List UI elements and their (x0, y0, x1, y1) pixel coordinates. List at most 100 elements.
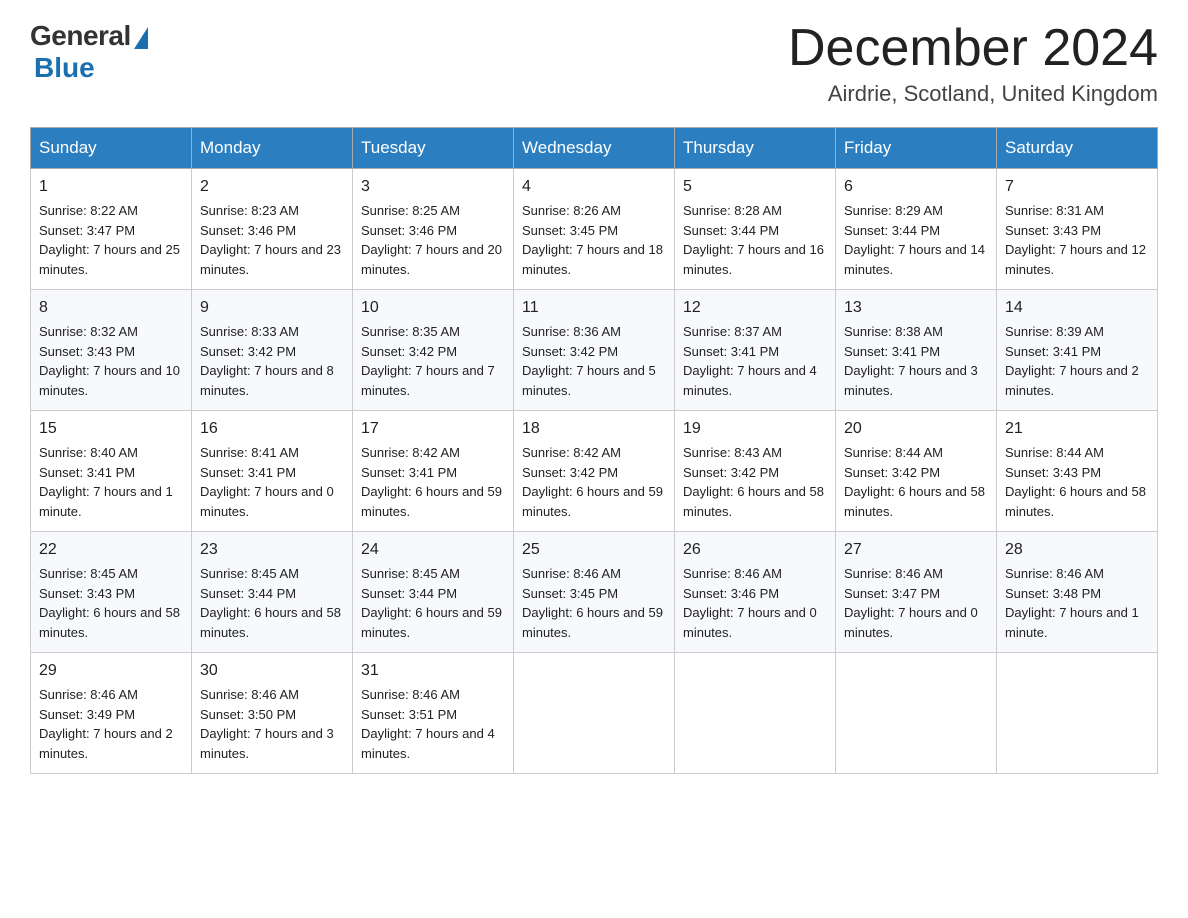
day-number: 5 (683, 175, 827, 199)
sunrise-text: Sunrise: 8:39 AM (1005, 324, 1104, 339)
sunrise-text: Sunrise: 8:41 AM (200, 445, 299, 460)
day-number: 19 (683, 417, 827, 441)
daylight-text: Daylight: 7 hours and 1 minute. (1005, 605, 1139, 640)
calendar-cell: 16Sunrise: 8:41 AMSunset: 3:41 PMDayligh… (192, 411, 353, 532)
sunrise-text: Sunrise: 8:43 AM (683, 445, 782, 460)
daylight-text: Daylight: 7 hours and 2 minutes. (39, 726, 173, 761)
daylight-text: Daylight: 6 hours and 59 minutes. (361, 484, 502, 519)
daylight-text: Daylight: 6 hours and 59 minutes. (361, 605, 502, 640)
calendar-cell: 20Sunrise: 8:44 AMSunset: 3:42 PMDayligh… (836, 411, 997, 532)
calendar-cell: 8Sunrise: 8:32 AMSunset: 3:43 PMDaylight… (31, 290, 192, 411)
daylight-text: Daylight: 6 hours and 59 minutes. (522, 484, 663, 519)
sunset-text: Sunset: 3:42 PM (200, 344, 296, 359)
calendar-header-thursday: Thursday (675, 128, 836, 169)
calendar-cell: 29Sunrise: 8:46 AMSunset: 3:49 PMDayligh… (31, 653, 192, 774)
calendar-cell: 24Sunrise: 8:45 AMSunset: 3:44 PMDayligh… (353, 532, 514, 653)
daylight-text: Daylight: 6 hours and 58 minutes. (39, 605, 180, 640)
sunrise-text: Sunrise: 8:46 AM (683, 566, 782, 581)
sunset-text: Sunset: 3:44 PM (361, 586, 457, 601)
daylight-text: Daylight: 6 hours and 58 minutes. (683, 484, 824, 519)
sunset-text: Sunset: 3:45 PM (522, 586, 618, 601)
logo-triangle-icon (134, 27, 148, 49)
day-number: 31 (361, 659, 505, 683)
sunset-text: Sunset: 3:43 PM (39, 586, 135, 601)
sunset-text: Sunset: 3:44 PM (844, 223, 940, 238)
calendar-header-wednesday: Wednesday (514, 128, 675, 169)
calendar-week-5: 29Sunrise: 8:46 AMSunset: 3:49 PMDayligh… (31, 653, 1158, 774)
day-number: 9 (200, 296, 344, 320)
location-title: Airdrie, Scotland, United Kingdom (788, 81, 1158, 107)
sunrise-text: Sunrise: 8:32 AM (39, 324, 138, 339)
sunset-text: Sunset: 3:46 PM (200, 223, 296, 238)
sunrise-text: Sunrise: 8:42 AM (522, 445, 621, 460)
day-number: 2 (200, 175, 344, 199)
sunset-text: Sunset: 3:41 PM (683, 344, 779, 359)
sunset-text: Sunset: 3:41 PM (361, 465, 457, 480)
day-number: 10 (361, 296, 505, 320)
calendar-cell: 27Sunrise: 8:46 AMSunset: 3:47 PMDayligh… (836, 532, 997, 653)
day-number: 17 (361, 417, 505, 441)
sunset-text: Sunset: 3:41 PM (844, 344, 940, 359)
logo: General Blue (30, 20, 148, 84)
calendar-cell: 15Sunrise: 8:40 AMSunset: 3:41 PMDayligh… (31, 411, 192, 532)
sunset-text: Sunset: 3:47 PM (39, 223, 135, 238)
day-number: 29 (39, 659, 183, 683)
calendar-cell: 5Sunrise: 8:28 AMSunset: 3:44 PMDaylight… (675, 169, 836, 290)
sunset-text: Sunset: 3:45 PM (522, 223, 618, 238)
calendar-cell: 2Sunrise: 8:23 AMSunset: 3:46 PMDaylight… (192, 169, 353, 290)
daylight-text: Daylight: 7 hours and 4 minutes. (361, 726, 495, 761)
calendar-cell: 21Sunrise: 8:44 AMSunset: 3:43 PMDayligh… (997, 411, 1158, 532)
calendar-cell: 25Sunrise: 8:46 AMSunset: 3:45 PMDayligh… (514, 532, 675, 653)
day-number: 27 (844, 538, 988, 562)
sunrise-text: Sunrise: 8:25 AM (361, 203, 460, 218)
calendar-cell: 31Sunrise: 8:46 AMSunset: 3:51 PMDayligh… (353, 653, 514, 774)
daylight-text: Daylight: 7 hours and 0 minutes. (844, 605, 978, 640)
sunset-text: Sunset: 3:41 PM (39, 465, 135, 480)
calendar-cell: 19Sunrise: 8:43 AMSunset: 3:42 PMDayligh… (675, 411, 836, 532)
sunrise-text: Sunrise: 8:28 AM (683, 203, 782, 218)
calendar-cell: 18Sunrise: 8:42 AMSunset: 3:42 PMDayligh… (514, 411, 675, 532)
sunrise-text: Sunrise: 8:23 AM (200, 203, 299, 218)
calendar-cell (675, 653, 836, 774)
calendar-cell: 23Sunrise: 8:45 AMSunset: 3:44 PMDayligh… (192, 532, 353, 653)
day-number: 21 (1005, 417, 1149, 441)
logo-general-text: General (30, 20, 131, 52)
daylight-text: Daylight: 7 hours and 4 minutes. (683, 363, 817, 398)
daylight-text: Daylight: 7 hours and 25 minutes. (39, 242, 180, 277)
sunrise-text: Sunrise: 8:46 AM (200, 687, 299, 702)
calendar-cell (514, 653, 675, 774)
sunset-text: Sunset: 3:44 PM (200, 586, 296, 601)
calendar-cell: 11Sunrise: 8:36 AMSunset: 3:42 PMDayligh… (514, 290, 675, 411)
title-section: December 2024 Airdrie, Scotland, United … (788, 20, 1158, 107)
day-number: 20 (844, 417, 988, 441)
month-title: December 2024 (788, 20, 1158, 77)
day-number: 26 (683, 538, 827, 562)
page-header: General Blue December 2024 Airdrie, Scot… (30, 20, 1158, 107)
day-number: 4 (522, 175, 666, 199)
daylight-text: Daylight: 6 hours and 58 minutes. (200, 605, 341, 640)
calendar-cell: 10Sunrise: 8:35 AMSunset: 3:42 PMDayligh… (353, 290, 514, 411)
calendar-week-3: 15Sunrise: 8:40 AMSunset: 3:41 PMDayligh… (31, 411, 1158, 532)
day-number: 1 (39, 175, 183, 199)
calendar-header-saturday: Saturday (997, 128, 1158, 169)
sunrise-text: Sunrise: 8:37 AM (683, 324, 782, 339)
sunset-text: Sunset: 3:47 PM (844, 586, 940, 601)
sunrise-text: Sunrise: 8:40 AM (39, 445, 138, 460)
calendar-cell: 4Sunrise: 8:26 AMSunset: 3:45 PMDaylight… (514, 169, 675, 290)
sunrise-text: Sunrise: 8:26 AM (522, 203, 621, 218)
sunrise-text: Sunrise: 8:46 AM (39, 687, 138, 702)
day-number: 14 (1005, 296, 1149, 320)
calendar-header-tuesday: Tuesday (353, 128, 514, 169)
day-number: 6 (844, 175, 988, 199)
day-number: 12 (683, 296, 827, 320)
calendar-cell: 7Sunrise: 8:31 AMSunset: 3:43 PMDaylight… (997, 169, 1158, 290)
sunset-text: Sunset: 3:51 PM (361, 707, 457, 722)
logo-blue-text: Blue (34, 52, 95, 84)
calendar-header-monday: Monday (192, 128, 353, 169)
day-number: 16 (200, 417, 344, 441)
daylight-text: Daylight: 7 hours and 20 minutes. (361, 242, 502, 277)
daylight-text: Daylight: 7 hours and 0 minutes. (200, 484, 334, 519)
sunrise-text: Sunrise: 8:29 AM (844, 203, 943, 218)
calendar-header-friday: Friday (836, 128, 997, 169)
sunrise-text: Sunrise: 8:36 AM (522, 324, 621, 339)
